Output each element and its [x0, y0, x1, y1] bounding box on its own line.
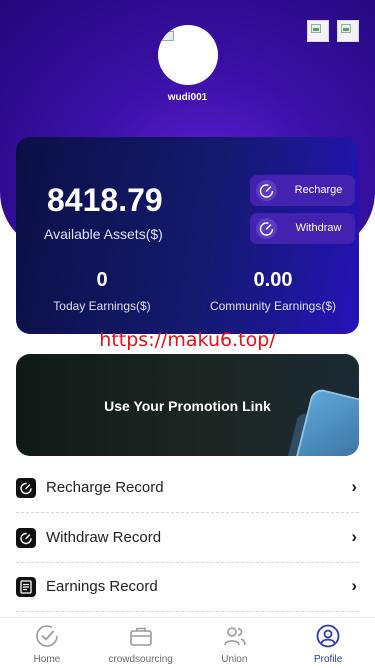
check-circle-icon [36, 625, 58, 647]
image-placeholder-icon [162, 31, 174, 41]
tab-label: crowdsourcing [108, 654, 173, 665]
username: wudi001 [167, 92, 208, 103]
withdraw-button[interactable]: Withdraw [250, 213, 355, 244]
avatar[interactable] [158, 25, 218, 85]
withdraw-label: Withdraw [295, 222, 342, 234]
briefcase-icon [129, 627, 152, 646]
check-icon [16, 528, 36, 548]
today-earnings-value: 0 [96, 269, 108, 291]
broken-image-icon[interactable] [307, 20, 329, 42]
check-icon [16, 478, 36, 498]
withdraw-icon [256, 218, 277, 239]
tab-union[interactable]: Union [188, 618, 282, 668]
image-placeholder-icon [311, 24, 321, 33]
user-circle-icon [316, 624, 340, 648]
bottom-tab-bar: Home crowdsourcing Union Profile [0, 617, 375, 668]
tab-label: Profile [313, 654, 343, 665]
recharge-icon [256, 180, 277, 201]
menu-item-label: Earnings Record [46, 578, 158, 595]
menu-item-withdraw-record[interactable]: Withdraw Record › [16, 513, 359, 563]
available-assets-value: 8418.79 [47, 182, 163, 218]
chevron-right-icon: › [351, 527, 357, 546]
users-icon [223, 627, 246, 646]
recharge-button[interactable]: Recharge [250, 175, 355, 206]
image-placeholder-icon [341, 24, 351, 33]
broken-image-icon[interactable] [337, 20, 359, 42]
tab-label: Home [33, 654, 61, 665]
document-icon [16, 577, 36, 597]
menu-item-recharge-record[interactable]: Recharge Record › [16, 463, 359, 513]
menu-item-label: Recharge Record [46, 479, 164, 496]
promotion-link-banner[interactable]: Use Your Promotion Link [16, 354, 359, 456]
tab-profile[interactable]: Profile [281, 618, 375, 668]
community-earnings-label: Community Earnings($) [209, 299, 337, 313]
chevron-right-icon: › [351, 477, 357, 496]
watermark-url: https://maku6.top/ [99, 329, 276, 351]
tab-label: Union [221, 654, 248, 665]
promotion-link-label: Use Your Promotion Link [104, 398, 271, 414]
available-assets-label: Available Assets($) [44, 226, 163, 242]
profile-page: wudi001 8418.79 Available Assets($) Rech… [0, 0, 375, 668]
tab-crowdsourcing[interactable]: crowdsourcing [94, 618, 188, 668]
community-earnings-value: 0.00 [253, 269, 293, 291]
chevron-right-icon: › [351, 576, 357, 595]
menu-item-earnings-record[interactable]: Earnings Record › [16, 562, 359, 612]
today-earnings-label: Today Earnings($) [53, 299, 151, 313]
menu-item-label: Withdraw Record [46, 529, 162, 546]
tab-home[interactable]: Home [0, 618, 94, 668]
recharge-label: Recharge [294, 184, 343, 196]
